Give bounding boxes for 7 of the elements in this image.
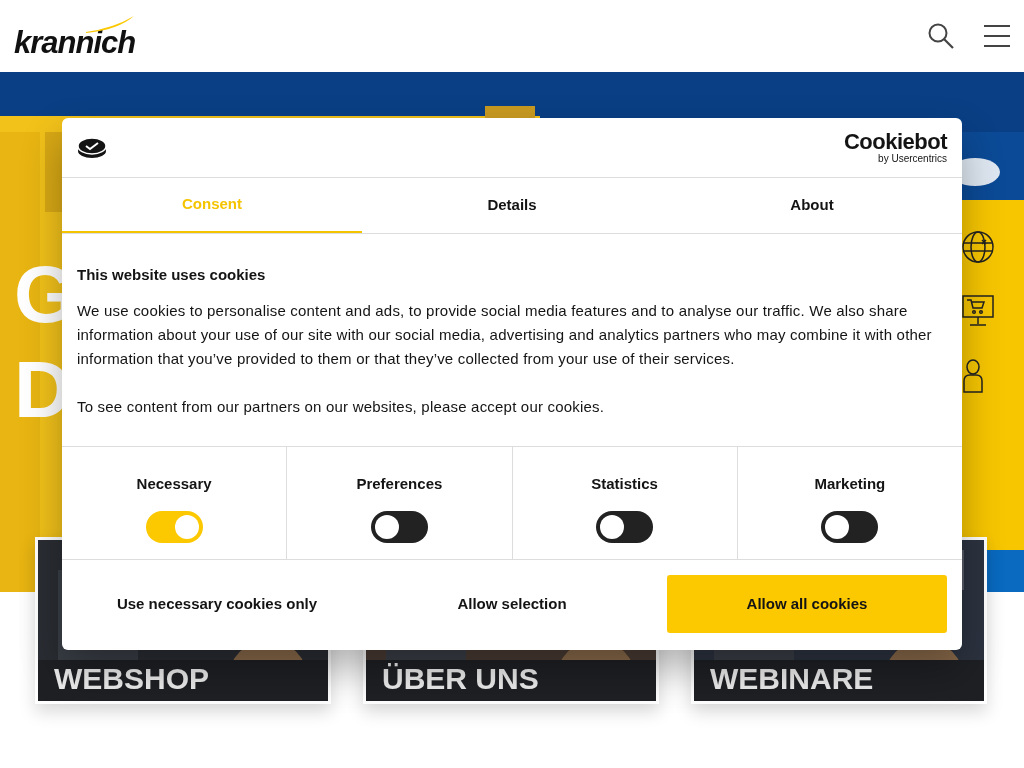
logo[interactable]: krannich xyxy=(14,27,136,58)
card-title: ÜBER UNS xyxy=(382,664,539,694)
search-icon[interactable] xyxy=(928,23,954,49)
card-title: WEBSHOP xyxy=(54,664,209,694)
menu-icon[interactable] xyxy=(984,24,1010,48)
accept-all-button[interactable]: Allow all cookies xyxy=(667,575,947,633)
card-title: WEBINARE xyxy=(710,664,874,694)
